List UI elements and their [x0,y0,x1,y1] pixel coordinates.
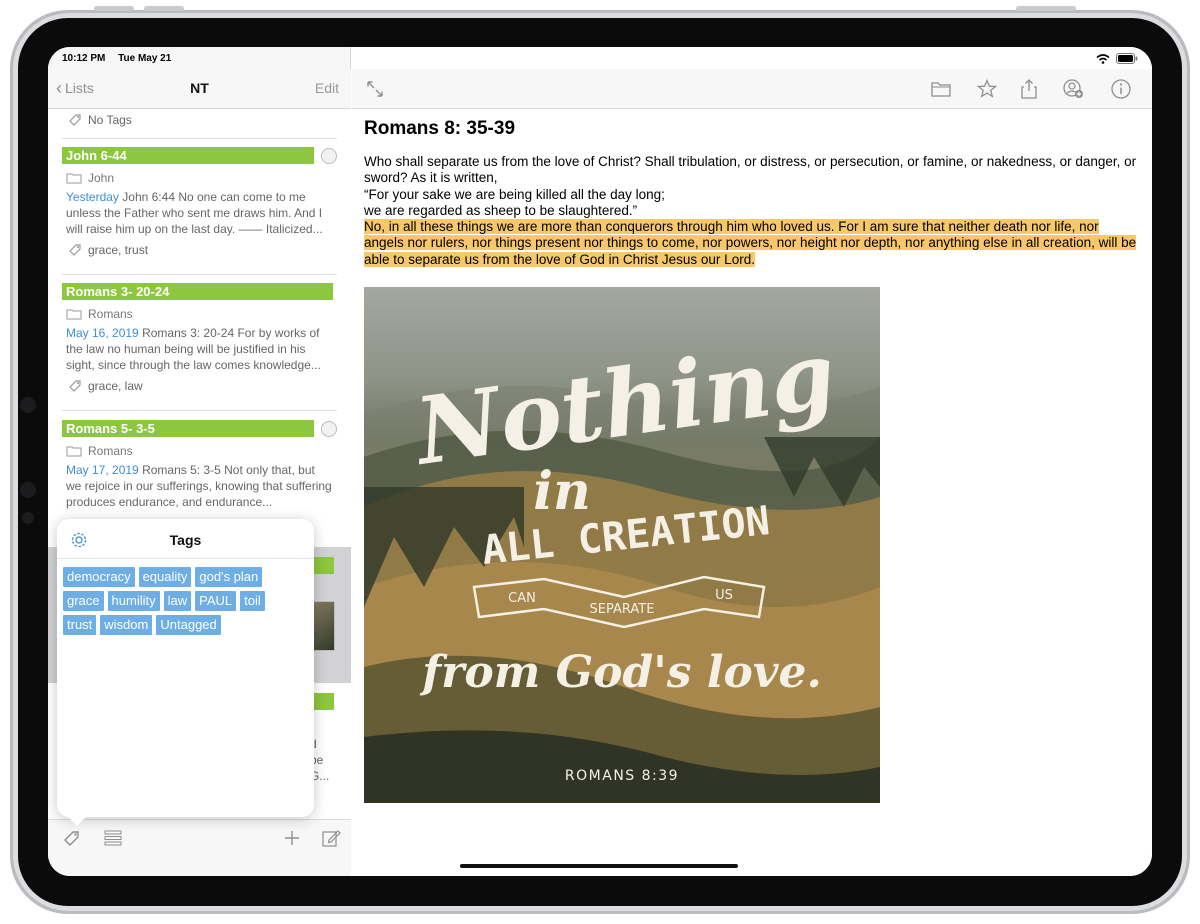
edit-button[interactable]: Edit [315,80,339,96]
share-icon[interactable] [1018,78,1040,100]
verse-line: Who shall separate us from the love of C… [364,154,1137,186]
tag-chip[interactable]: god's plan [195,567,263,587]
note-title-bar [314,557,334,574]
note-snippet: Yesterday John 6:44 No one can come to m… [66,189,332,237]
note-snippet: May 17, 2019 Romans 5: 3-5 Not only that… [66,462,332,510]
volume-button-top-2 [144,6,184,11]
note-title: Romans 3- 20-24 [62,283,333,300]
verse-text: Who shall separate us from the love of C… [364,154,1140,268]
add-collaborator-icon[interactable] [1062,78,1084,100]
note-thumbnail [312,601,335,651]
note-date: May 16, 2019 [66,326,139,340]
note-folder: Romans [66,444,337,458]
home-indicator[interactable] [460,864,738,868]
note-tags-text: No Tags [88,113,132,127]
verse-line: “For your sake we are being killed all t… [364,186,665,202]
verse-line: we are regarded as sheep to be slaughter… [364,202,638,218]
tag-icon[interactable] [62,828,82,848]
note-tags: No Tags [68,113,337,127]
note-title: Romans 5- 3-5 [62,420,314,437]
status-bar-right [1096,53,1138,64]
status-bar-left: 10:12 PM Tue May 21 [62,53,181,64]
note-folder: Romans [66,307,337,321]
verse-image[interactable]: Nothing in ALL CREATION CAN SEPARATE US … [364,287,880,803]
tag-chips: democracy equality god's plan grace humi… [57,559,287,647]
popover-header: Tags [57,519,314,559]
image-text-us: US [715,588,733,603]
info-icon[interactable] [1110,78,1132,100]
image-text-in: in [533,461,591,522]
camera-dot [22,512,34,524]
tag-icon [69,380,81,392]
note-title-bar [314,693,334,710]
tag-chip[interactable]: PAUL [195,591,237,611]
sidebar-bottom-toolbar [48,819,351,876]
notes-sidebar: 10:12 PM Tue May 21 ‹ Lists NT Edit No T… [48,47,351,876]
tag-chip[interactable]: humility [107,591,160,611]
tag-chip[interactable]: equality [138,567,192,587]
expand-icon[interactable] [364,78,386,100]
image-text-separate: SEPARATE [590,602,655,617]
list-title: NT [190,80,209,96]
note-tags: grace, law [68,379,337,393]
tag-chip[interactable]: trust [63,615,97,635]
tag-chip[interactable]: democracy [63,567,135,587]
note-tags: grace, trust [68,243,337,257]
note-tags-text: grace, trust [88,243,149,257]
list-item[interactable]: John 6-44 John Yesterday John 6:44 No on… [62,147,337,275]
status-date: Tue May 21 [118,53,172,64]
folder-icon [66,173,82,184]
tag-chip[interactable]: Untagged [156,615,221,635]
tag-icon [69,244,81,256]
tag-chip[interactable]: wisdom [100,615,153,635]
list-view-icon[interactable] [103,828,123,848]
tag-chip[interactable]: grace [63,591,104,611]
power-button [1016,6,1076,11]
note-folder: John [66,171,337,185]
camera-dot [20,397,36,413]
image-text-from-gods-love: from God's love. [419,647,822,698]
folder-icon [66,446,82,457]
screen: 10:12 PM Tue May 21 ‹ Lists NT Edit No T… [48,47,1152,876]
user-icon [321,421,337,437]
image-text-reference: ROMANS 8:39 [565,768,679,784]
note-tags-text: grace, law [88,379,143,393]
note-heading: Romans 8: 35-39 [364,118,516,139]
compose-icon[interactable] [321,828,341,848]
note-folder-name: John [88,171,115,185]
popover-title: Tags [169,532,202,548]
folder-icon[interactable] [930,78,952,100]
add-icon[interactable] [282,828,302,848]
volume-button-top [94,6,134,11]
note-date: Yesterday [66,190,119,204]
tags-popover: Tags democracy equality god's plan grace… [57,519,314,826]
note-folder-name: Romans [88,307,133,321]
tag-icon [69,114,81,126]
note-title: John 6-44 [62,147,314,164]
wifi-icon [1096,53,1110,64]
folder-icon [66,309,82,320]
battery-icon [1116,53,1138,64]
note-snippet: May 16, 2019 Romans 3: 20-24 For by work… [66,325,332,373]
note-folder-name: Romans [88,444,133,458]
note-toolbar [352,69,1152,109]
note-content[interactable]: Romans 8: 35-39 Who shall separate us fr… [364,109,1140,268]
image-text-can: CAN [508,591,536,606]
list-item[interactable]: Romans 3- 20-24 Romans May 16, 2019 Roma… [62,283,337,411]
highlighted-verse: No, in all these things we are more than… [364,219,1137,267]
verse-image-artwork: Nothing in ALL CREATION CAN SEPARATE US … [364,320,880,803]
tag-chip[interactable]: law [163,591,192,611]
sidebar-navbar: ‹ Lists NT Edit [48,69,351,109]
note-detail-pane: Romans 8: 35-39 Who shall separate us fr… [352,47,1152,876]
star-icon[interactable] [976,78,998,100]
tag-chip[interactable]: toil [240,591,265,611]
camera-dot [20,482,36,498]
user-icon [321,148,337,164]
note-date: May 17, 2019 [66,463,139,477]
status-time: 10:12 PM [62,53,106,64]
list-item[interactable]: No Tags [62,109,337,139]
